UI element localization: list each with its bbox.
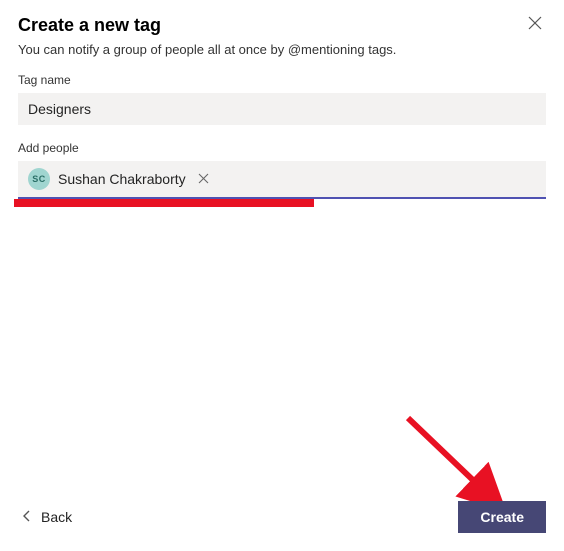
tag-name-label: Tag name — [18, 73, 546, 87]
add-people-label: Add people — [18, 141, 546, 155]
dialog-subtitle: You can notify a group of people all at … — [18, 42, 546, 57]
dialog-title: Create a new tag — [18, 15, 161, 36]
close-icon[interactable] — [524, 12, 546, 38]
remove-person-icon[interactable] — [194, 173, 213, 186]
avatar: SC — [28, 168, 50, 190]
person-name: Sushan Chakraborty — [58, 171, 186, 187]
back-button-label: Back — [41, 509, 72, 525]
tag-name-input[interactable] — [18, 93, 546, 125]
create-button-label: Create — [480, 509, 524, 525]
create-button[interactable]: Create — [458, 501, 546, 533]
chevron-left-icon — [22, 509, 31, 525]
annotation-redbar — [14, 199, 314, 207]
person-chip: SC Sushan Chakraborty — [24, 166, 217, 192]
back-button[interactable]: Back — [18, 503, 76, 531]
add-people-input[interactable]: SC Sushan Chakraborty — [18, 161, 546, 199]
